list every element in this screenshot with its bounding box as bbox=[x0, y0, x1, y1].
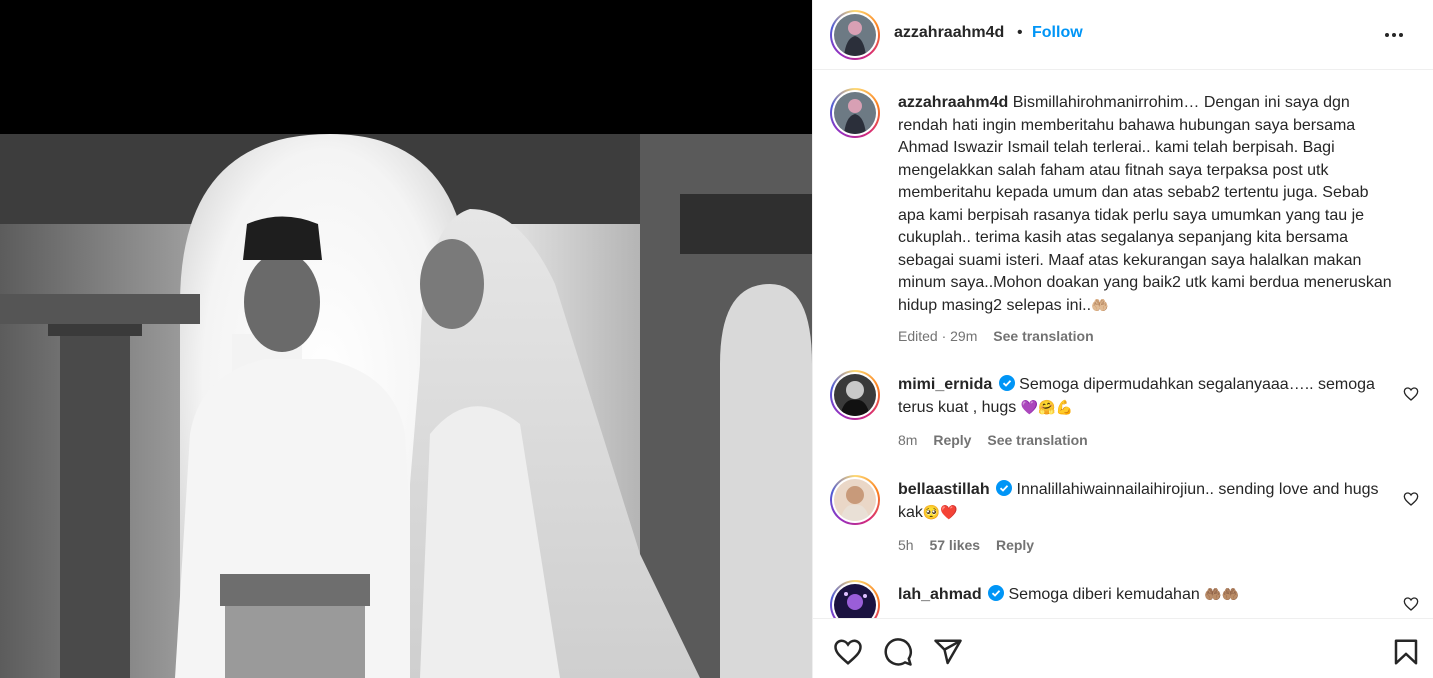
reply-button[interactable]: Reply bbox=[933, 432, 971, 448]
caption-username[interactable]: azzahraahm4d bbox=[898, 94, 1008, 111]
author-avatar[interactable] bbox=[830, 10, 880, 60]
comment-avatar[interactable] bbox=[830, 370, 880, 420]
post-action-bar bbox=[813, 618, 1433, 678]
commenter-avatar-image bbox=[834, 374, 876, 416]
reply-button[interactable]: Reply bbox=[996, 537, 1034, 553]
comment-avatar[interactable] bbox=[830, 580, 880, 618]
like-comment-heart-icon[interactable] bbox=[1403, 596, 1419, 612]
comment-body: lah_ahmad Semoga diberi kemudahan 🤲🏽🤲🏽 bbox=[898, 584, 1398, 607]
instagram-post-view: azzahraahm4d • Follow azzahraahm4d Bismi… bbox=[0, 0, 1433, 678]
caption-emoji: 🤲🏼 bbox=[1091, 297, 1109, 314]
post-sidebar: azzahraahm4d • Follow azzahraahm4d Bismi… bbox=[812, 0, 1433, 678]
post-media[interactable] bbox=[0, 0, 812, 678]
verified-badge-icon bbox=[996, 480, 1013, 496]
like-comment-heart-icon[interactable] bbox=[1403, 491, 1419, 507]
separator-dot: • bbox=[1017, 24, 1023, 41]
heart-icon[interactable] bbox=[833, 637, 863, 667]
comment-username[interactable]: lah_ahmad bbox=[898, 586, 982, 603]
share-icon[interactable] bbox=[933, 637, 963, 667]
comment-username[interactable]: bellaastillah bbox=[898, 481, 990, 498]
comment-avatar[interactable] bbox=[830, 475, 880, 525]
post-header: azzahraahm4d • Follow bbox=[813, 0, 1433, 70]
more-options-icon[interactable] bbox=[1381, 22, 1407, 48]
caption-text: Bismillahirohmanirrohim… Dengan ini saya… bbox=[898, 94, 1392, 314]
caption-meta: Edited · 29m See translation bbox=[898, 328, 1106, 344]
comments-scroll[interactable]: azzahraahm4d Bismillahirohmanirrohim… De… bbox=[813, 71, 1433, 618]
comment-username[interactable]: mimi_ernida bbox=[898, 376, 992, 393]
caption-body: azzahraahm4d Bismillahirohmanirrohim… De… bbox=[898, 92, 1398, 317]
comment-emoji: 🥺❤️ bbox=[922, 504, 958, 521]
verified-badge-icon bbox=[998, 375, 1015, 391]
comment-body: bellaastillah Innalillahiwainnailaihiroj… bbox=[898, 479, 1398, 524]
caption-avatar[interactable] bbox=[830, 88, 880, 138]
bookmark-icon[interactable] bbox=[1391, 637, 1421, 667]
comment-time: 5h bbox=[898, 537, 914, 553]
edited-timestamp: Edited · 29m bbox=[898, 328, 978, 344]
follow-button[interactable]: Follow bbox=[1032, 24, 1083, 42]
author-username[interactable]: azzahraahm4d bbox=[894, 24, 1004, 42]
post-photo[interactable] bbox=[0, 134, 812, 678]
comment-icon[interactable] bbox=[883, 637, 913, 667]
comment-emoji: 🤲🏽🤲🏽 bbox=[1204, 587, 1240, 603]
comment-emoji: 💜🤗💪 bbox=[1020, 399, 1074, 416]
commenter-avatar-image bbox=[834, 479, 876, 521]
comment-text: Semoga diberi kemudahan bbox=[1008, 586, 1200, 603]
see-translation-button[interactable]: See translation bbox=[993, 328, 1093, 344]
caption-avatar-image bbox=[834, 92, 876, 134]
wedding-photo-image bbox=[0, 134, 812, 678]
commenter-avatar-image bbox=[834, 584, 876, 618]
comment-meta: 8m Reply See translation bbox=[898, 432, 1100, 448]
comment-body: mimi_ernida Semoga dipermudahkan segalan… bbox=[898, 374, 1398, 419]
see-translation-button[interactable]: See translation bbox=[987, 432, 1087, 448]
comment-time: 8m bbox=[898, 432, 918, 448]
author-avatar-image bbox=[834, 14, 876, 56]
comment-likes[interactable]: 57 likes bbox=[929, 537, 980, 553]
verified-badge-icon bbox=[988, 585, 1005, 601]
like-comment-heart-icon[interactable] bbox=[1403, 386, 1419, 402]
comment-meta: 5h 57 likes Reply bbox=[898, 537, 1046, 553]
